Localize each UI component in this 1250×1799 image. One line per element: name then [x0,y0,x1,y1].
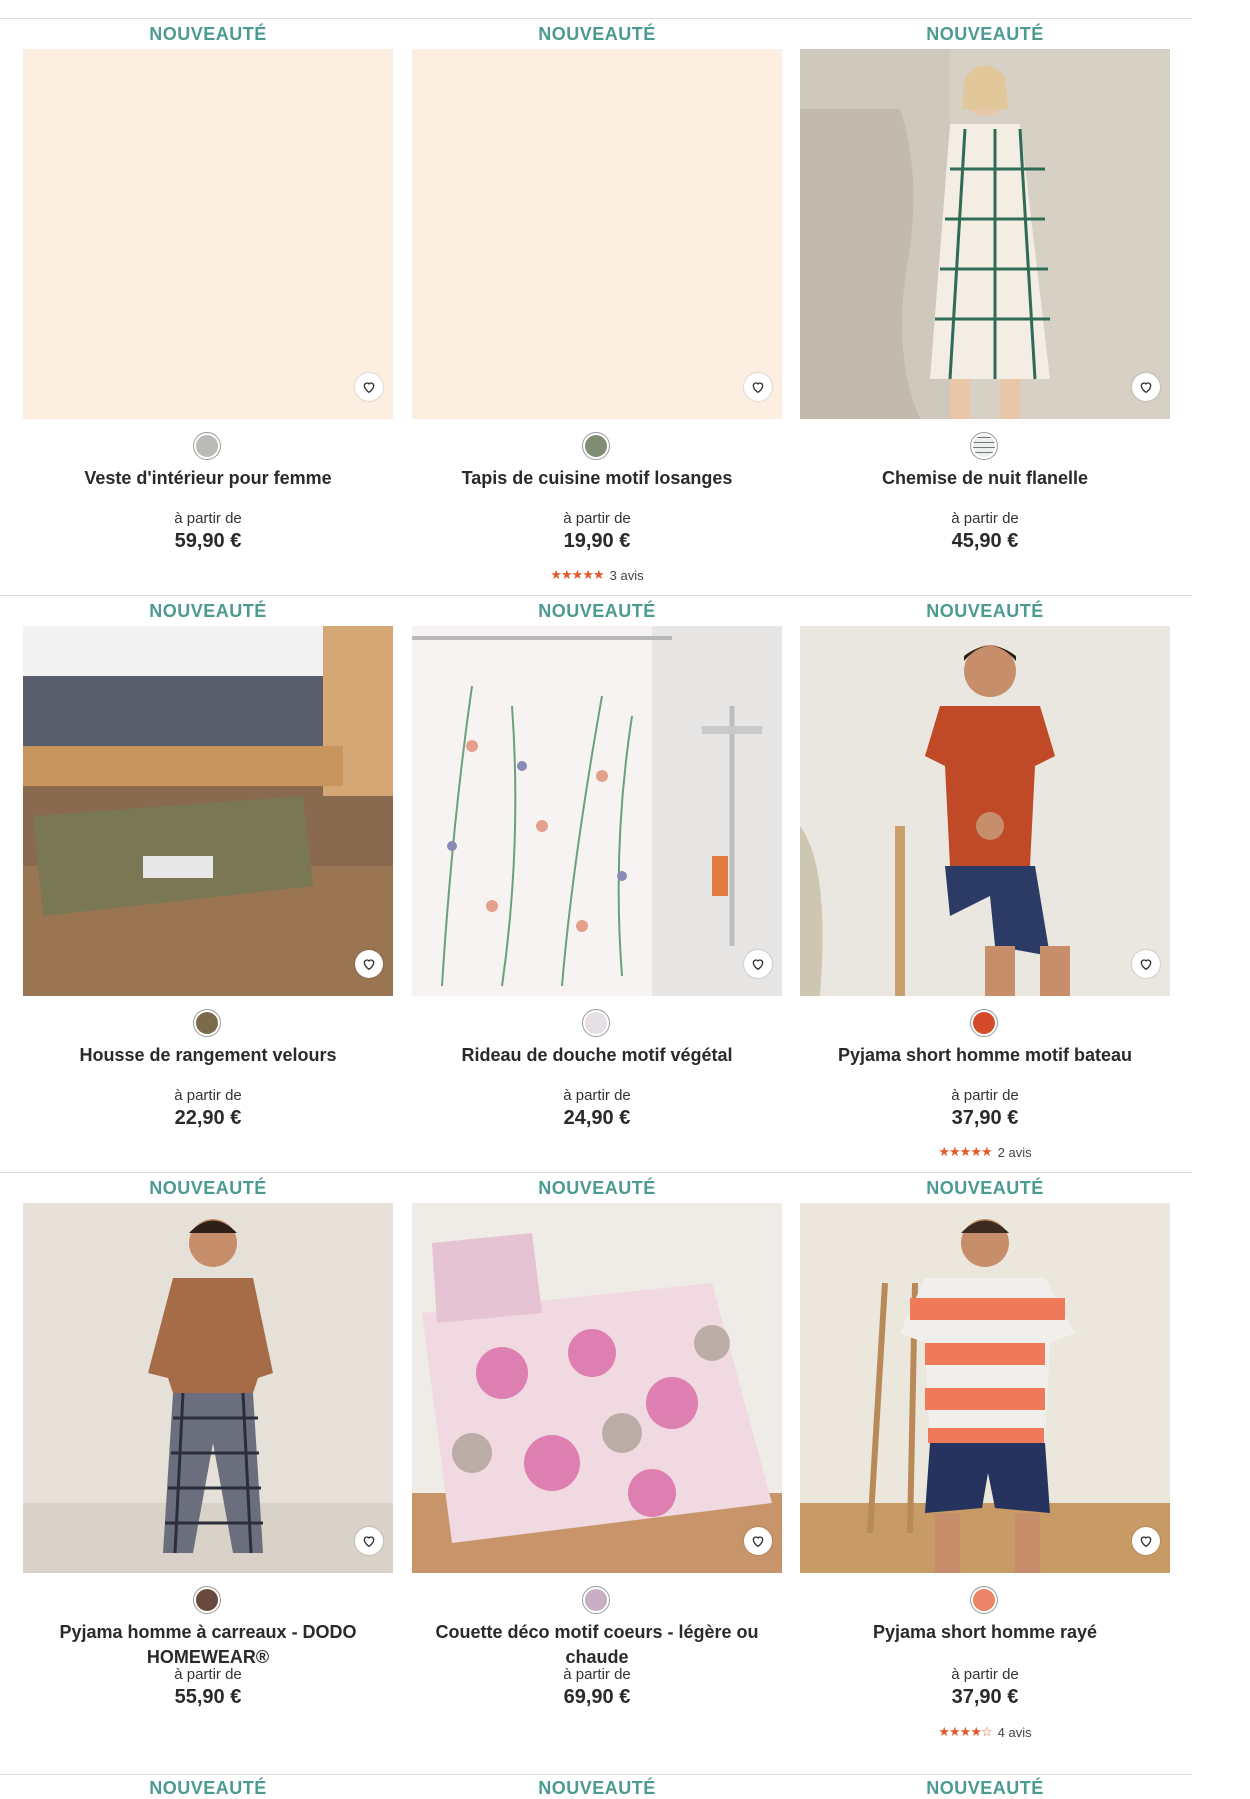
favorite-heart-icon[interactable] [355,373,383,401]
favorite-heart-icon[interactable] [1132,950,1160,978]
product-image[interactable] [800,1203,1170,1573]
color-swatch[interactable] [582,1586,610,1614]
price-prefix: à partir de [563,1666,631,1683]
color-swatch[interactable] [193,432,221,460]
color-swatch[interactable] [970,1586,998,1614]
product-price: 55,90 € [174,1686,242,1708]
swatch-color [585,1589,607,1611]
row-divider [0,1774,1192,1775]
swatch-color [196,1012,218,1034]
favorite-heart-icon[interactable] [1132,1527,1160,1555]
row-divider [0,18,1192,19]
price-prefix: à partir de [563,1087,631,1104]
product-price: 37,90 € [951,1107,1019,1129]
product-image[interactable] [800,49,1170,419]
product-title[interactable]: Pyjama homme à carreaux - DODO HOMEWEAR® [43,1620,373,1670]
product-title[interactable]: Chemise de nuit flanelle [820,466,1150,491]
product-image[interactable] [23,49,393,419]
new-badge: NOUVEAUTÉ [149,24,267,44]
color-swatch[interactable] [193,1586,221,1614]
new-badge: NOUVEAUTÉ [538,1778,656,1798]
rating-stars-icon: ★★★★★ [550,567,604,582]
product-title[interactable]: Rideau de douche motif végétal [432,1043,762,1068]
product-title[interactable]: Veste d'intérieur pour femme [43,466,373,491]
review-count: 3 avis [609,567,644,583]
price-prefix: à partir de [174,1666,242,1683]
swatch-color [585,1012,607,1034]
product-image[interactable] [23,1203,393,1573]
product-image[interactable] [800,626,1170,996]
new-badge: NOUVEAUTÉ [926,24,1044,44]
swatch-color [196,1589,218,1611]
color-swatch[interactable] [582,432,610,460]
price-prefix: à partir de [951,1666,1019,1683]
new-badge: NOUVEAUTÉ [538,24,656,44]
swatch-color [585,435,607,457]
favorite-heart-icon[interactable] [744,950,772,978]
rating-stars-icon: ★★★★★ [938,1144,992,1159]
new-badge: NOUVEAUTÉ [926,1178,1044,1198]
favorite-heart-icon[interactable] [744,1527,772,1555]
new-badge: NOUVEAUTÉ [538,601,656,621]
color-swatch[interactable] [970,1009,998,1037]
rating-stars-icon: ★★★★☆ [938,1724,992,1739]
new-badge: NOUVEAUTÉ [926,1778,1044,1798]
price-prefix: à partir de [951,1087,1019,1104]
color-swatch[interactable] [970,432,998,460]
product-rating[interactable]: ★★★★★ 3 avis [412,567,782,583]
row-divider [0,595,1192,596]
product-rating[interactable]: ★★★★☆ 4 avis [800,1724,1170,1740]
new-badge: NOUVEAUTÉ [149,1778,267,1798]
row-divider [0,1172,1192,1173]
swatch-color [973,1012,995,1034]
product-image[interactable] [412,626,782,996]
product-title[interactable]: Pyjama short homme motif bateau [820,1043,1150,1068]
swatch-color [973,1589,995,1611]
new-badge: NOUVEAUTÉ [926,601,1044,621]
new-badge: NOUVEAUTÉ [149,601,267,621]
favorite-heart-icon[interactable] [1132,373,1160,401]
product-price: 19,90 € [563,530,631,552]
price-prefix: à partir de [174,1087,242,1104]
product-title[interactable]: Housse de rangement velours [43,1043,373,1068]
review-count: 2 avis [997,1144,1032,1160]
product-price: 22,90 € [174,1107,242,1129]
product-title[interactable]: Tapis de cuisine motif losanges [432,466,762,491]
product-image[interactable] [412,49,782,419]
product-title[interactable]: Pyjama short homme rayé [820,1620,1150,1645]
swatch-color [973,435,995,457]
favorite-heart-icon[interactable] [355,1527,383,1555]
new-badge: NOUVEAUTÉ [149,1178,267,1198]
product-price: 69,90 € [563,1686,631,1708]
new-badge: NOUVEAUTÉ [538,1178,656,1198]
product-price: 24,90 € [563,1107,631,1129]
color-swatch[interactable] [582,1009,610,1037]
price-prefix: à partir de [174,510,242,527]
product-title[interactable]: Couette déco motif coeurs - légère ou ch… [432,1620,762,1670]
swatch-color [196,435,218,457]
product-image[interactable] [23,626,393,996]
favorite-heart-icon[interactable] [355,950,383,978]
favorite-heart-icon[interactable] [744,373,772,401]
price-prefix: à partir de [563,510,631,527]
color-swatch[interactable] [193,1009,221,1037]
product-image[interactable] [412,1203,782,1573]
product-price: 59,90 € [174,530,242,552]
product-price: 37,90 € [951,1686,1019,1708]
product-rating[interactable]: ★★★★★ 2 avis [800,1144,1170,1160]
product-price: 45,90 € [951,530,1019,552]
review-count: 4 avis [997,1724,1032,1740]
price-prefix: à partir de [951,510,1019,527]
